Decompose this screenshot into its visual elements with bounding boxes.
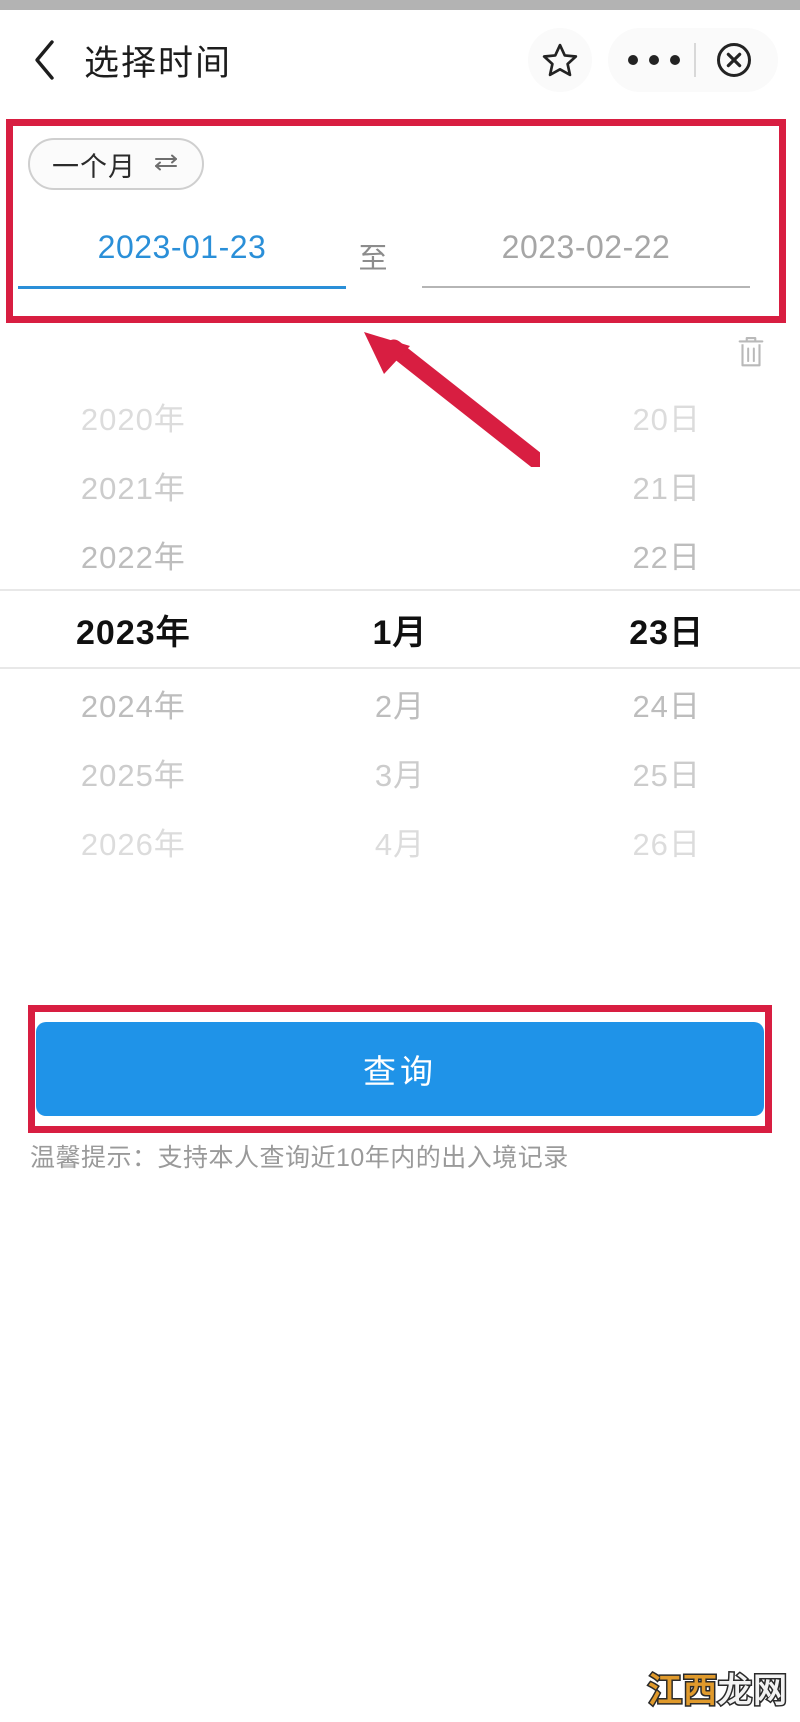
picker-row[interactable]: 2021年 21日 [0,451,800,520]
more-dots-icon[interactable] [614,55,694,65]
picker-row[interactable]: 2022年 22日 [0,520,800,589]
status-bar-strip [0,0,800,10]
date-range-row: 2023-01-23 至 2023-02-22 [0,229,800,303]
picker-cell-year: 2020年 [80,402,186,437]
picker-cell-day: 24日 [632,689,701,724]
end-date-value: 2023-02-22 [501,229,671,265]
picker-cell-month: 2月 [374,689,426,724]
swap-arrows-icon[interactable] [152,150,180,179]
picker-cell-year: 2025年 [80,758,186,793]
header-capsule-menu [608,28,778,92]
picker-cell-day: 20日 [632,402,701,437]
picker-row[interactable]: 2024年 2月 24日 [0,669,800,738]
end-date-underline [422,286,750,288]
picker-cell-year: 2024年 [80,689,186,724]
header-actions [528,28,778,92]
tip-text: 温馨提示：支持本人查询近10年内的出入境记录 [30,1144,569,1172]
query-button[interactable]: 查询 [36,1022,764,1116]
picker-row[interactable]: 2026年 4月 26日 [0,807,800,876]
picker-row[interactable]: 2020年 20日 [0,382,800,451]
start-date-underline [18,286,346,289]
picker-cell-year: 2023年 [76,613,191,652]
range-separator: 至 [358,243,388,275]
page-title: 选择时间 [84,43,233,83]
end-date-field[interactable]: 2023-02-22 [422,229,750,302]
circle-close-icon[interactable] [696,40,772,80]
back-chevron-icon[interactable] [28,38,62,82]
picker-cell-month: 3月 [374,758,426,793]
watermark-part-1: 江西 [647,1672,719,1710]
picker-cell-month: 1月 [372,613,428,652]
trash-can-icon[interactable] [728,328,774,376]
picker-cell-day: 23日 [629,613,705,652]
app-header: 选择时间 [0,10,800,110]
date-range-panel: 一个月 2023-01-23 至 2023-02-22 [0,119,800,323]
quick-range-label: 一个月 [52,151,136,182]
picker-cell-day: 26日 [632,827,701,862]
star-outline-icon[interactable] [528,28,592,92]
picker-cell-year: 2022年 [80,540,186,575]
picker-cell-year: 2026年 [80,827,186,862]
picker-cell-day: 22日 [632,540,701,575]
date-picker-wheel[interactable]: 2020年 20日 2021年 21日 2022年 22日 2023年 1月 23日 2024年 2… [0,382,800,890]
picker-cell-day: 25日 [632,758,701,793]
picker-cell-day: 21日 [632,471,701,506]
start-date-value: 2023-01-23 [97,229,267,265]
start-date-field[interactable]: 2023-01-23 [18,229,346,303]
picker-cell-year: 2021年 [80,471,186,506]
watermark-part-2: 龙网 [717,1672,789,1710]
watermark: 江西龙网 [647,1672,789,1710]
picker-cell-month: 4月 [374,827,426,862]
picker-row-selected[interactable]: 2023年 1月 23日 [0,589,800,669]
picker-row[interactable]: 2025年 3月 25日 [0,738,800,807]
quick-range-selector[interactable]: 一个月 [28,138,204,190]
